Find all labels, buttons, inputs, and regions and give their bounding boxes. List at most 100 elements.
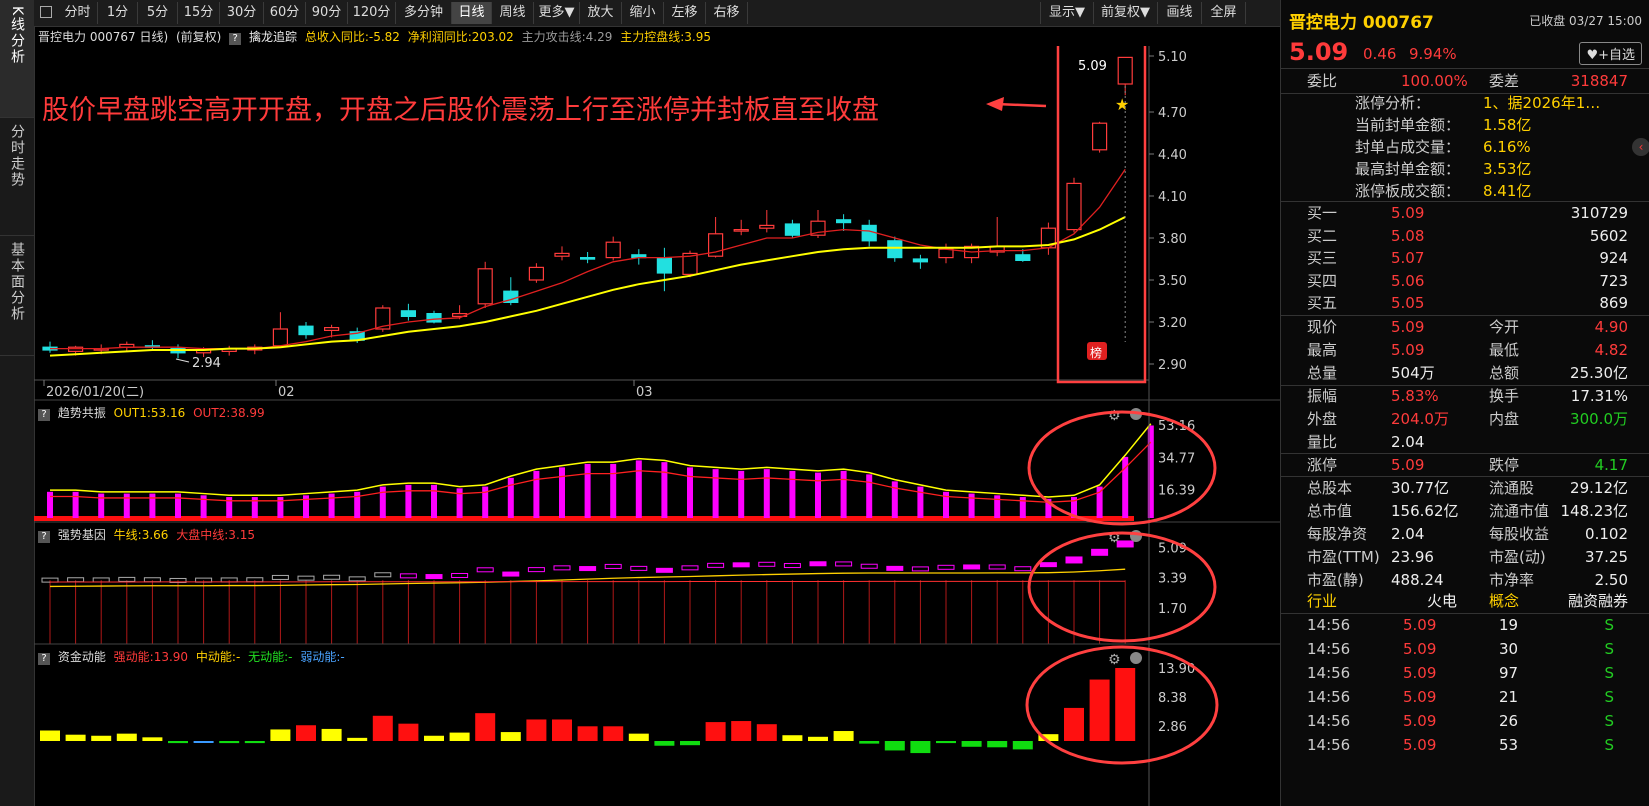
candle-body [887,240,903,259]
stat-value: 5.09 [1391,341,1425,359]
tab-intraday[interactable]: 分时走势 [0,118,34,236]
tab-kline-analysis[interactable]: K线分析 [0,0,34,118]
draw-button[interactable]: 画线 [1158,2,1202,24]
tick-price: 5.09 [1403,664,1437,682]
gene-box [399,573,417,579]
period-button[interactable]: 15分 [178,2,220,24]
period-button[interactable]: 60分 [264,2,306,24]
stat-value: 504万 [1391,364,1435,382]
stat-label: 每股净资 [1307,525,1368,543]
help-icon[interactable]: ? [38,653,50,665]
concept-tag[interactable]: 概念 [1489,590,1519,613]
gene-box [1091,548,1109,556]
momentum-bar [1012,741,1033,750]
price-change-pct: 9.94% [1409,45,1457,63]
period-button[interactable]: 90分 [306,2,348,24]
momentum-bar [500,732,521,741]
subpanel2-title: 强势基因 [57,528,106,542]
period-button[interactable]: 多分钟 [396,2,452,24]
y-tick-label: 16.39 [1158,483,1195,498]
help-icon[interactable]: ? [38,531,50,543]
industry-value: 火电 [1427,592,1458,610]
help-icon[interactable]: ? [229,33,242,45]
out2-value: OUT2:38.99 [193,406,265,420]
stat-label: 总市值 [1307,502,1353,520]
tick-time: 14:56 [1307,664,1351,682]
stat-value: 30.77亿 [1391,479,1449,497]
stat-value: 156.62亿 [1391,502,1459,520]
gene-box [579,566,597,572]
stat-label: 市盈(静) [1307,571,1364,589]
high-price-label: 5.09 [1078,59,1107,74]
momentum-bar [219,741,240,744]
y-tick-label: 3.39 [1158,572,1187,587]
momentum-bar [577,726,598,741]
close-icon [1130,652,1142,664]
period-button[interactable]: 120分 [348,2,396,24]
market-status: 已收盘 03/27 15:00 [1529,14,1642,28]
chart-area[interactable]: 2026/01/20(二) 02 03 2.94 5.09 ★ 榜 5.10 4.70 4.40… [34,46,1280,806]
momentum-bar [833,731,854,741]
gene-box [963,564,981,570]
stat-label: 流通股 [1489,479,1535,497]
period-button[interactable]: 分时 [58,2,98,24]
help-icon[interactable]: ? [38,409,50,421]
limit-label: 涨停分析： [1355,94,1431,112]
stat-value: 23.96 [1391,548,1434,566]
gene-box [835,561,853,567]
gene-box [1014,566,1032,572]
momentum-bar [936,741,956,744]
highlight-ellipse [1027,531,1217,643]
gear-icon[interactable]: ⚙ [1108,408,1121,424]
candle-body [1015,254,1031,262]
momentum-bar [244,741,265,744]
display-dropdown[interactable]: 显示▼ [1040,2,1094,24]
move-right-button[interactable]: 右移 [706,2,748,24]
toggle-checkbox[interactable] [40,6,52,18]
collapse-chevron-icon[interactable]: ‹ [1632,138,1649,156]
margin-tag[interactable]: 融资融券 [1568,590,1628,613]
stat-label: 市盈(TTM) [1307,548,1380,566]
stat-value: 4.90 [1594,318,1628,336]
stat-label: 今开 [1489,318,1520,336]
y-tick-label: 3.50 [1158,274,1187,289]
fullscreen-button[interactable]: 全屏 [1202,2,1246,24]
period-button[interactable]: 30分 [220,2,264,24]
tick-time: 14:56 [1307,736,1351,754]
limit-label: 最高封单金额： [1355,160,1461,178]
move-left-button[interactable]: 左移 [664,2,706,24]
stat-value: 300.0万 [1570,410,1628,428]
stat-value: 5.09 [1391,318,1425,336]
momentum-bar [782,735,803,741]
period-button[interactable]: 周线 [492,2,534,24]
gene-box [502,571,520,577]
period-button[interactable]: 1分 [98,2,138,24]
gene-box [988,564,1006,570]
zoom-in-button[interactable]: 放大 [580,2,622,24]
tick-volume: 19 [1499,616,1519,634]
resonance-bar [763,469,770,518]
adjust-dropdown[interactable]: 前复权▼ [1094,2,1158,24]
period-button-daily[interactable]: 日线 [452,2,492,24]
bid-label: 买二 [1307,226,1338,245]
period-button[interactable]: 5分 [138,2,178,24]
strong-momentum: 强动能:13.90 [113,650,189,664]
add-watchlist-button[interactable]: ♥+自选 [1579,42,1642,65]
gene-box [604,563,622,569]
momentum-bar [1064,707,1084,741]
more-dropdown[interactable]: 更多▼ [534,2,580,24]
main-chart-header: 晋控电力 000767 日线) (前复权) ? 擒龙追踪 总收入同比:-5.82… [34,27,711,47]
momentum-bar [1089,679,1110,741]
limit-label: 当前封单金额： [1355,116,1461,134]
stat-value: 25.30亿 [1570,364,1628,382]
tick-time: 14:56 [1307,688,1351,706]
y-tick-label: 34.77 [1158,451,1195,466]
gear-icon[interactable]: ⚙ [1108,652,1121,668]
tab-fundamental[interactable]: 基本面分析 [0,236,34,356]
tick-price: 5.09 [1403,616,1437,634]
stat-value: 29.12亿 [1570,479,1628,497]
zoom-out-button[interactable]: 缩小 [622,2,664,24]
resonance-bar [175,493,181,518]
industry-tag[interactable]: 行业 [1307,590,1337,613]
candle-body [605,241,621,259]
